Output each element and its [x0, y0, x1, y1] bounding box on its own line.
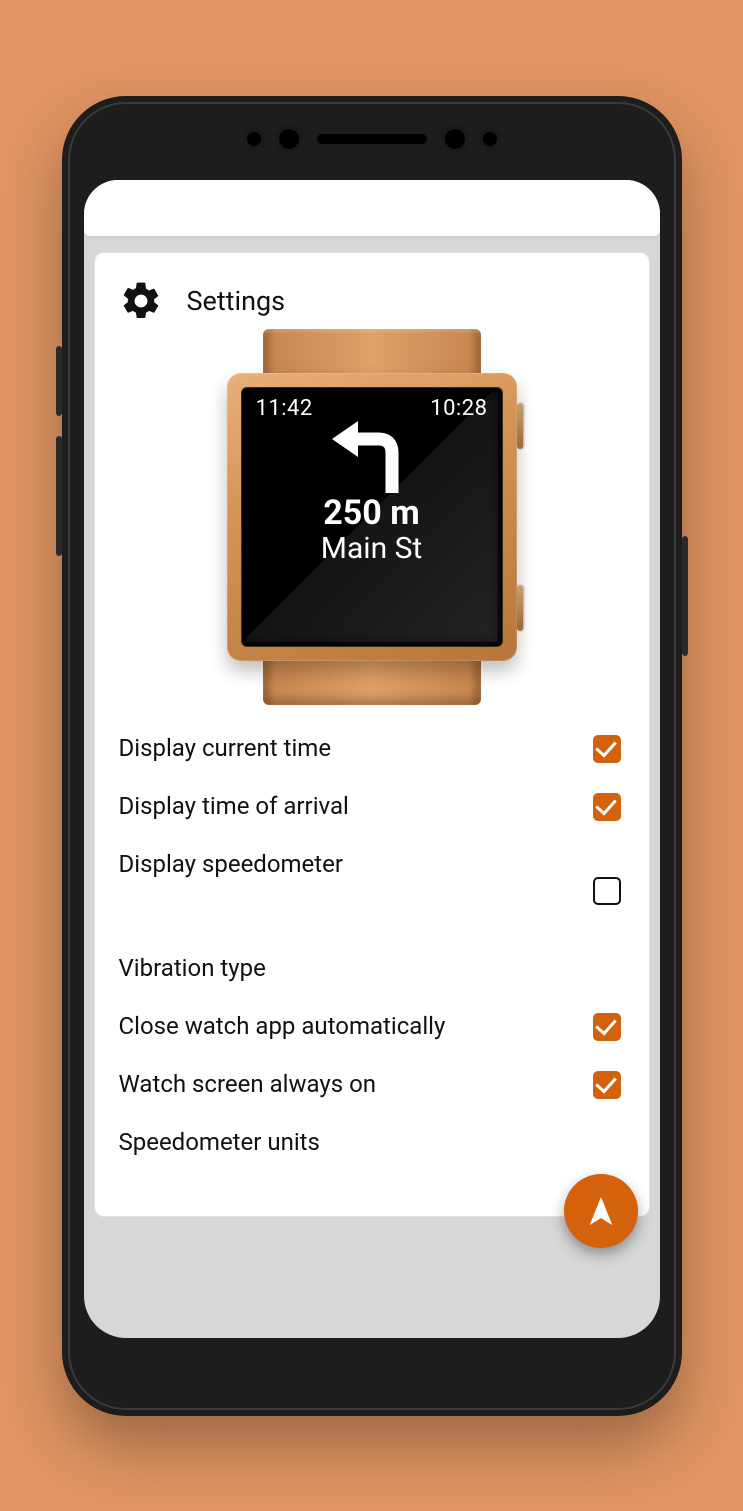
row-label: Vibration type [119, 953, 266, 983]
settings-list: Display current time Display time of arr… [119, 719, 625, 1171]
row-label: Display time of arrival [119, 791, 349, 821]
checkbox-display-time-of-arrival[interactable] [593, 793, 621, 821]
row-display-speedometer[interactable]: Display speedometer [119, 835, 625, 919]
watch-preview: 11:42 10:28 250 m Main St [119, 333, 625, 705]
checkbox-close-watch-app[interactable] [593, 1013, 621, 1041]
power-button [682, 536, 688, 656]
gear-icon [119, 279, 163, 323]
fab-navigate[interactable] [564, 1174, 638, 1248]
top-app-bar [84, 180, 660, 236]
watch-current-time: 11:42 [256, 396, 313, 421]
navigation-arrow-icon [584, 1194, 618, 1228]
watch-street: Main St [256, 531, 488, 566]
turn-left-icon [322, 419, 422, 497]
watch-arrival-time: 10:28 [430, 396, 487, 421]
phone-device-frame: Settings 11:42 10:28 [62, 96, 682, 1416]
row-display-current-time[interactable]: Display current time [119, 719, 625, 777]
checkbox-display-current-time[interactable] [593, 735, 621, 763]
checkbox-watch-screen-always-on[interactable] [593, 1071, 621, 1099]
page-title: Settings [187, 285, 286, 317]
row-speedometer-units[interactable]: Speedometer units [119, 1113, 625, 1171]
watch-distance: 250 m [256, 493, 488, 533]
screen: Settings 11:42 10:28 [84, 180, 660, 1338]
row-label: Watch screen always on [119, 1069, 377, 1099]
watch-screen: 11:42 10:28 250 m Main St [241, 387, 503, 647]
row-vibration-type[interactable]: Vibration type [119, 939, 625, 997]
row-display-time-of-arrival[interactable]: Display time of arrival [119, 777, 625, 835]
notch-sensors [62, 124, 682, 154]
volume-down-button [56, 436, 62, 556]
checkbox-display-speedometer[interactable] [593, 877, 621, 905]
row-label: Display current time [119, 733, 332, 763]
settings-panel: Settings 11:42 10:28 [94, 252, 650, 1217]
volume-up-button [56, 346, 62, 416]
row-label: Close watch app automatically [119, 1011, 446, 1041]
row-label: Display speedometer [119, 849, 344, 879]
row-label: Speedometer units [119, 1127, 320, 1157]
panel-header: Settings [119, 279, 625, 323]
row-watch-screen-always-on[interactable]: Watch screen always on [119, 1055, 625, 1113]
row-close-watch-app[interactable]: Close watch app automatically [119, 997, 625, 1055]
